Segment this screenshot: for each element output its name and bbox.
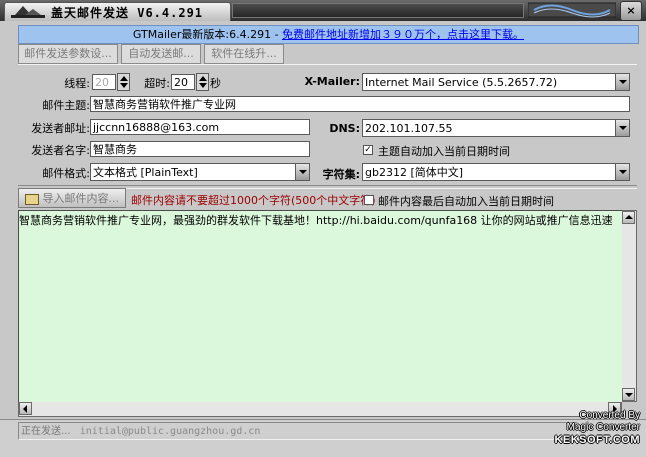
title-decoration-icon (528, 2, 616, 18)
status-account: initial@public.guangzhou.gd.cn (79, 426, 261, 437)
vertical-scrollbar[interactable] (622, 210, 637, 402)
sender-email-label: 发送者邮址: (31, 122, 90, 135)
xmailer-select[interactable]: Internet Mail Service (5.5.2657.72) (362, 73, 630, 91)
format-select[interactable]: 文本格式 [PlainText] (90, 163, 310, 181)
tab-send-settings[interactable]: 邮件发送参数设... (18, 44, 118, 64)
banner-version-text: GTMailer最新版本:6.4.291 - (132, 28, 283, 41)
status-state: 正在发送... (21, 426, 71, 437)
import-content-label: 导入邮件内容... (42, 192, 120, 205)
subject-field[interactable]: 智慧商务营销软件推广专业网 (90, 96, 630, 112)
timeout-spinner[interactable] (196, 73, 209, 91)
charset-value: gb2312 [简体中文] (365, 166, 464, 179)
timeout-field[interactable]: 20 (171, 74, 195, 90)
window-title: 盖天邮件发送 V6.4.291 (51, 6, 204, 20)
title-tab: 盖天邮件发送 V6.4.291 (4, 2, 231, 21)
update-banner: GTMailer最新版本:6.4.291 - 免费邮件地址新增加３９０万个，点击… (18, 25, 639, 44)
append-date-label: 邮件内容最后自动加入当前日期时间 (378, 195, 554, 208)
xmailer-label: X-Mailer: (304, 75, 360, 88)
watermark: Converted By Magic Converter KEKSOFT.COM (554, 410, 640, 446)
status-bar: 正在发送... initial@public.guangzhou.gd.cn (0, 419, 646, 457)
spin-down-icon (199, 83, 207, 88)
timeout-unit: 秒 (210, 77, 221, 90)
append-date-checkbox[interactable] (364, 195, 374, 205)
chevron-down-icon[interactable] (615, 164, 629, 180)
timeout-label: 超时: (144, 77, 170, 90)
close-button[interactable]: × (620, 1, 642, 21)
title-bar[interactable]: 盖天邮件发送 V6.4.291 × (0, 0, 646, 21)
folder-open-icon (25, 194, 39, 205)
chevron-down-icon[interactable] (615, 74, 629, 90)
sender-name-label: 发送者名字: (31, 144, 90, 157)
main-window: 盖天邮件发送 V6.4.291 × GTMailer最新版本:6.4.291 -… (0, 0, 646, 457)
spin-up-icon (120, 76, 128, 81)
charset-select[interactable]: gb2312 [简体中文] (362, 163, 630, 181)
chevron-down-icon[interactable] (295, 164, 309, 180)
app-logo-icon (11, 6, 45, 18)
spin-up-icon (199, 76, 207, 81)
format-value: 文本格式 [PlainText] (93, 166, 198, 179)
format-label: 邮件格式: (42, 167, 90, 180)
scroll-left-icon[interactable] (19, 402, 32, 415)
sender-name-field[interactable]: 智慧商务 (90, 141, 310, 157)
dns-select[interactable]: 202.101.107.55 (362, 119, 630, 137)
xmailer-value: Internet Mail Service (5.5.2657.72) (365, 76, 558, 89)
spin-down-icon (120, 83, 128, 88)
subject-date-label: 主题自动加入当前日期时间 (378, 145, 510, 158)
settings-panel: 线程: 20 超时: 20 秒 X-Mailer: Internet Mail … (18, 64, 637, 185)
sender-email-field[interactable]: jjccnn16888@163.com (90, 119, 310, 135)
scroll-down-icon[interactable] (622, 388, 635, 401)
close-icon: × (626, 4, 636, 17)
subject-date-checkbox[interactable]: ✓ (363, 145, 373, 155)
import-content-button[interactable]: 导入邮件内容... (18, 188, 126, 208)
scroll-up-icon[interactable] (622, 211, 635, 224)
subject-label: 邮件主题: (42, 99, 90, 112)
watermark-line-3: KEKSOFT.COM (554, 434, 640, 446)
watermark-line-1: Converted By (579, 410, 640, 421)
status-panel: 正在发送... initial@public.guangzhou.gd.cn (18, 422, 578, 440)
threads-label: 线程: (64, 77, 90, 90)
dns-value: 202.101.107.55 (365, 122, 453, 135)
title-bar-groove (232, 3, 524, 18)
charset-label: 字符集: (322, 168, 360, 181)
message-body-editor[interactable]: 智慧商务营销软件推广专业网，最强劲的群发软件下载基地！http://hi.bai… (18, 210, 624, 404)
horizontal-scrollbar[interactable] (18, 402, 622, 417)
message-body-text: 智慧商务营销软件推广专业网，最强劲的群发软件下载基地！http://hi.bai… (19, 214, 613, 227)
watermark-line-2: Magic Converter (566, 422, 640, 433)
chevron-down-icon[interactable] (615, 120, 629, 136)
threads-spinner[interactable] (117, 73, 130, 91)
length-warning: 邮件内容请不要超过1000个字符(500个中文字符) (131, 194, 376, 207)
threads-field[interactable]: 20 (92, 74, 116, 90)
banner-download-link[interactable]: 免费邮件地址新增加３９０万个，点击这里下载。 (282, 28, 524, 41)
tab-auto-send[interactable]: 自动发送邮... (121, 44, 201, 64)
dns-label: DNS: (329, 122, 360, 135)
tab-online-upgrade[interactable]: 软件在线升... (204, 44, 284, 64)
